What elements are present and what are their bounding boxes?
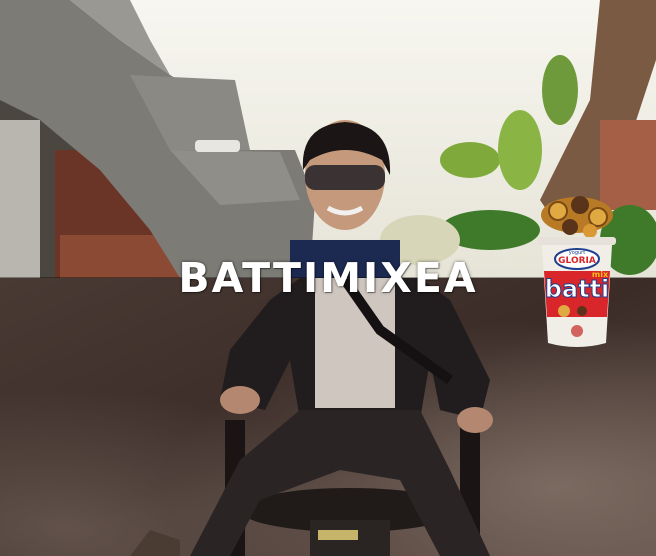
product-brand: GLORIA <box>558 256 596 266</box>
meme-image: BATTIMIXEA yogurt GLORIA batti mix <box>0 0 656 556</box>
yogurt-cup-image: yogurt GLORIA batti mix <box>538 196 616 347</box>
product-name: batti <box>545 275 610 303</box>
product-subname: mix <box>592 270 609 279</box>
